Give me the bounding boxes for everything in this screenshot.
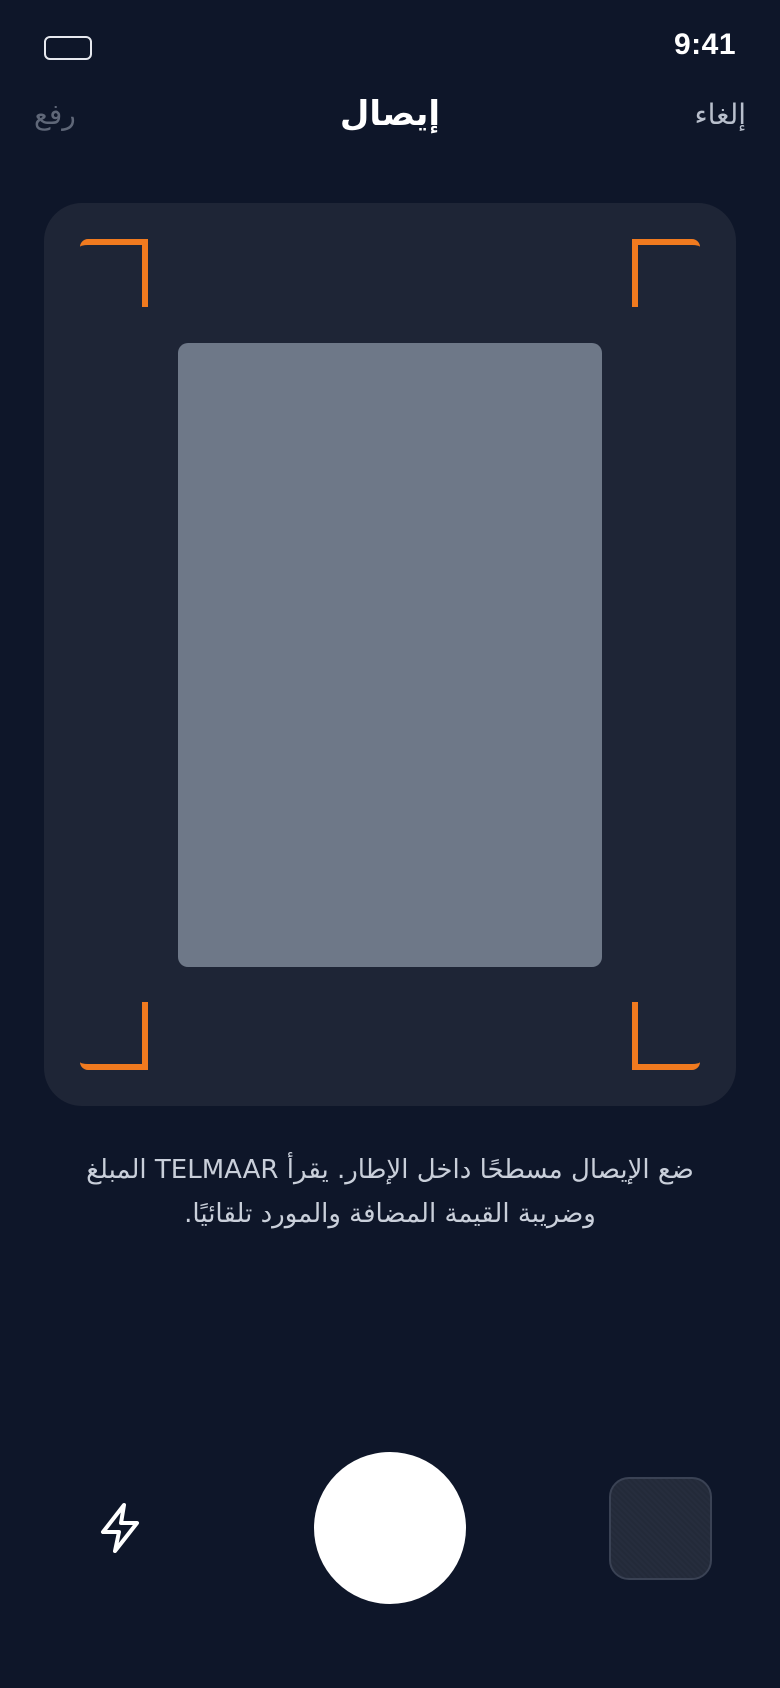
status-time: 9:41 <box>673 28 736 61</box>
battery-icon <box>44 36 92 60</box>
receipt-scan-screen: 9:41 إلغاء إيصال رفع ضع الإيصال مسطحًا د… <box>0 0 780 1688</box>
scan-hint-text: ضع الإيصال مسطحًا داخل الإطار. يقرأ TELM… <box>86 1155 694 1229</box>
status-bar: 9:41 <box>0 0 780 96</box>
receipt-placeholder <box>178 343 602 967</box>
page-title: إيصال <box>339 94 441 134</box>
upload-button[interactable]: رفع <box>34 98 76 131</box>
gallery-thumbnail[interactable] <box>609 1477 712 1580</box>
frame-corner-top-right <box>632 239 700 307</box>
flash-button[interactable] <box>88 1492 152 1564</box>
frame-corner-bottom-left <box>80 1002 148 1070</box>
frame-corner-bottom-right <box>632 1002 700 1070</box>
nav-bar: إلغاء إيصال رفع <box>0 84 780 156</box>
frame-corner-top-left <box>80 239 148 307</box>
flash-icon <box>101 1503 139 1553</box>
camera-viewfinder <box>44 203 736 1106</box>
shutter-button[interactable] <box>314 1452 466 1604</box>
